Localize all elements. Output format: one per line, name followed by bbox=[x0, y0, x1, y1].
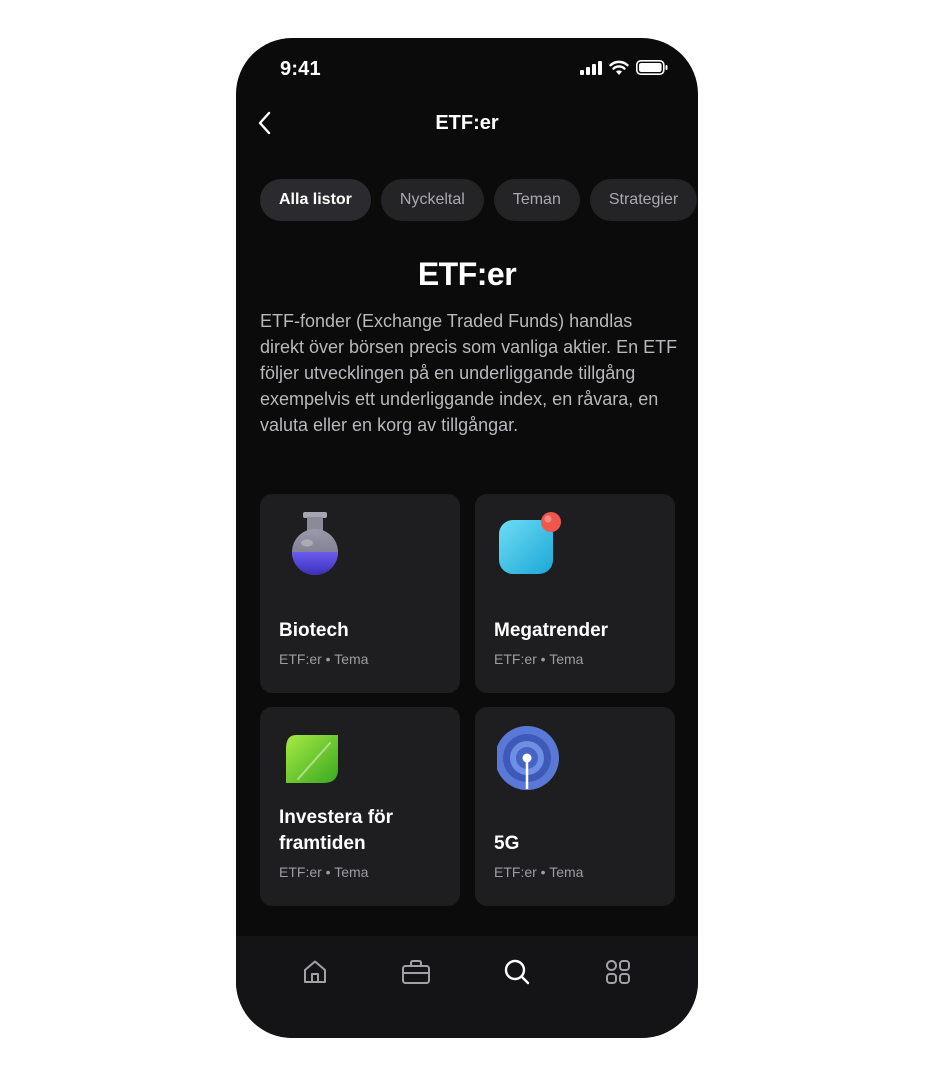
flask-icon bbox=[292, 512, 338, 575]
phone-screen: 9:41 ETF:er Alla listor Nyckeltal Teman … bbox=[236, 38, 698, 1038]
leaf-icon bbox=[286, 735, 338, 783]
card-biotech[interactable]: Biotech ETF:er • Tema bbox=[260, 494, 460, 693]
status-bar: 9:41 bbox=[236, 38, 698, 98]
cellular-signal-icon bbox=[580, 60, 602, 75]
card-meta: ETF:er • Tema bbox=[494, 864, 584, 880]
tab-bar bbox=[236, 936, 698, 1038]
wifi-icon bbox=[609, 60, 629, 75]
card-title: Biotech bbox=[279, 620, 349, 641]
tab-home[interactable] bbox=[293, 950, 337, 994]
battery-icon bbox=[636, 60, 668, 75]
grid-icon bbox=[606, 960, 630, 984]
chip-teman[interactable]: Teman bbox=[493, 179, 580, 221]
chip-strategier[interactable]: Strategier bbox=[589, 179, 698, 221]
briefcase-icon bbox=[402, 960, 430, 984]
chip-alla-listor[interactable]: Alla listor bbox=[260, 179, 371, 221]
status-time: 9:41 bbox=[280, 58, 321, 80]
filter-chips: Alla listor Nyckeltal Teman Strategier bbox=[260, 179, 698, 221]
nav-header: ETF:er bbox=[236, 100, 698, 146]
tab-more[interactable] bbox=[596, 950, 640, 994]
card-megatrender[interactable]: Megatrender ETF:er • Tema bbox=[475, 494, 675, 693]
signal-antenna-icon bbox=[497, 726, 559, 790]
card-5g[interactable]: 5G ETF:er • Tema bbox=[475, 707, 675, 906]
notification-app-icon bbox=[499, 512, 561, 574]
tab-portfolio[interactable] bbox=[394, 950, 438, 994]
tab-search[interactable] bbox=[495, 950, 539, 994]
card-title: Megatrender bbox=[494, 620, 609, 641]
card-investera-for-framtiden[interactable]: Investera för framtiden ETF:er • Tema bbox=[260, 707, 460, 906]
home-icon bbox=[304, 960, 326, 983]
page-title: ETF:er bbox=[417, 256, 517, 292]
chip-nyckeltal[interactable]: Nyckeltal bbox=[380, 179, 484, 221]
card-meta: ETF:er • Tema bbox=[279, 864, 369, 880]
card-title: 5G bbox=[494, 833, 520, 854]
page-description: ETF-fonder (Exchange Traded Funds) handl… bbox=[260, 311, 678, 435]
search-icon bbox=[504, 959, 530, 985]
theme-cards: Biotech ETF:er • Tema Megatrender ETF:er… bbox=[260, 494, 675, 906]
status-icons bbox=[580, 60, 668, 75]
header-title: ETF:er bbox=[435, 112, 499, 134]
card-title: Investera för framtiden bbox=[279, 807, 394, 854]
card-meta: ETF:er • Tema bbox=[279, 651, 369, 667]
card-meta: ETF:er • Tema bbox=[494, 651, 584, 667]
